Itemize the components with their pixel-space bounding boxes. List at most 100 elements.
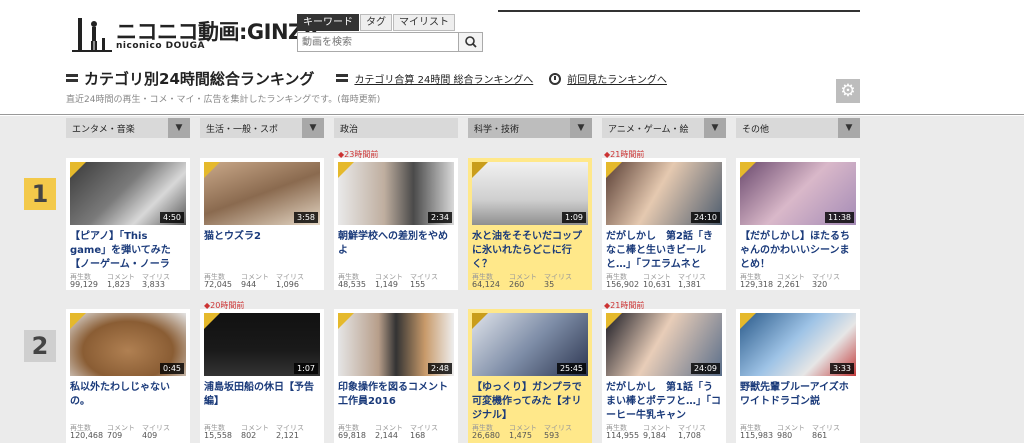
category-header-life[interactable]: 生活・一般・スポ ▼	[200, 118, 324, 138]
video-title[interactable]: 朝鮮学校への差別をやめよ	[338, 230, 454, 272]
category-label: エンタメ・音楽	[66, 118, 168, 138]
video-card[interactable]: 11:38 【だがしかし】ほたるちゃんのかわいいシーンまとめ！ 再生数 コメントマ…	[736, 158, 860, 290]
video-duration: 2:48	[428, 363, 452, 374]
list-icon	[66, 74, 78, 83]
clock-icon	[549, 72, 562, 85]
video-card[interactable]: 0:45 私以外たわしじゃないの。 再生数 コメント マイリス 120,468 709…	[66, 309, 190, 443]
stat-values: 72,045 944 1,096	[204, 280, 299, 289]
title-row: カテゴリ別24時間総合ランキング カテゴリ合算 24時間 総合ランキングへ 前回…	[66, 68, 667, 89]
ranking-corner-icon	[740, 162, 756, 178]
video-duration: 25:45	[556, 363, 586, 374]
ranking-corner-icon	[606, 313, 622, 329]
site-header: ニコニコ動画:GINZA niconico DOUGA キーワード タグ マイリ…	[0, 0, 1024, 115]
video-thumbnail[interactable]: 25:45	[472, 313, 588, 376]
video-title[interactable]: 私以外たわしじゃないの。	[70, 381, 186, 423]
category-header-anime[interactable]: アニメ・ゲーム・絵 ▼	[602, 118, 726, 138]
logo-figure-icon	[72, 18, 112, 52]
video-card[interactable]: 24:10 だがしかし 第2話「きなこ棒と生いきビールと…」「フエラムネと 再生…	[602, 158, 726, 290]
stat-values: 64,124 260 35	[472, 280, 555, 289]
stat-values: 26,680 1,475 593	[472, 431, 560, 440]
category-header-science[interactable]: 科学・技術 ▼	[468, 118, 592, 138]
search-tab-mylist[interactable]: マイリスト	[393, 14, 455, 31]
ranking-corner-icon	[204, 162, 220, 178]
category-label: その他	[736, 118, 838, 138]
search-tab-tag[interactable]: タグ	[360, 14, 392, 31]
video-duration: 3:58	[294, 212, 318, 223]
video-title[interactable]: 【ピアノ】「This game」を弾いてみた【ノーゲーム・ノーラ	[70, 230, 186, 272]
ranking-corner-icon	[70, 162, 86, 178]
video-title[interactable]: 印象操作を図るコメント工作員2016	[338, 381, 454, 423]
video-card[interactable]: 25:45 【ゆっくり】ガンプラで可変機作ってみた【オリジナル】 再生数 コメント…	[468, 309, 592, 443]
video-thumbnail[interactable]: 0:45	[70, 313, 186, 376]
video-thumbnail[interactable]: 3:58	[204, 162, 320, 225]
video-duration: 3:33	[830, 363, 854, 374]
settings-button[interactable]: ⚙	[836, 79, 860, 103]
video-title[interactable]: 水と油をそそいだコップに氷いれたらどこに行く？	[472, 230, 588, 272]
search-tab-keyword[interactable]: キーワード	[297, 14, 359, 31]
video-thumbnail[interactable]: 24:09	[606, 313, 722, 376]
category-header-other[interactable]: その他 ▼	[736, 118, 860, 138]
video-title[interactable]: 【だがしかし】ほたるちゃんのかわいいシーンまとめ！	[740, 230, 856, 272]
category-header-entertainment[interactable]: エンタメ・音楽 ▼	[66, 118, 190, 138]
video-thumbnail[interactable]: 11:38	[740, 162, 856, 225]
ranking-description: 直近24時間の再生・コメ・マイ・広告を集計したランキングです。(毎時更新)	[66, 95, 381, 105]
ranking-corner-icon	[338, 162, 354, 178]
search-button[interactable]	[458, 33, 482, 51]
video-thumbnail[interactable]: 2:34	[338, 162, 454, 225]
video-thumbnail[interactable]: 1:07	[204, 313, 320, 376]
video-thumbnail[interactable]: 4:50	[70, 162, 186, 225]
video-title[interactable]: だがしかし 第2話「きなこ棒と生いきビールと…」「フエラムネと	[606, 230, 722, 272]
category-header-politics[interactable]: 政治	[334, 118, 458, 138]
video-card[interactable]: 2:48 印象操作を図るコメント工作員2016 再生数 コメント マイリス 69,8…	[334, 309, 458, 443]
ranking-corner-icon	[472, 162, 488, 178]
site-logo[interactable]: ニコニコ動画:GINZA niconico DOUGA	[72, 14, 319, 54]
video-card[interactable]: 24:09 だがしかし 第1話「うまい棒とポテフと…」「コーヒー牛乳キャン 再生…	[602, 309, 726, 443]
ranking-corner-icon	[70, 313, 86, 329]
ranking-corner-icon	[606, 162, 622, 178]
ranking-corner-icon	[338, 313, 354, 329]
video-duration: 24:09	[690, 363, 720, 374]
stat-values: 48,535 1,149 155	[338, 280, 426, 289]
stat-values: 69,818 2,144 168	[338, 431, 426, 440]
video-thumbnail[interactable]: 3:33	[740, 313, 856, 376]
previous-ranking-link[interactable]: 前回見たランキングへ	[567, 71, 667, 86]
chevron-down-icon[interactable]: ▼	[570, 118, 592, 138]
logo-sub-text: niconico DOUGA	[116, 41, 205, 51]
search-box	[297, 32, 483, 52]
video-card[interactable]: 4:50 【ピアノ】「This game」を弾いてみた【ノーゲーム・ノーラ 再生…	[66, 158, 190, 290]
stat-values: 114,955 9,184 1,708	[606, 431, 701, 440]
video-title[interactable]: 【ゆっくり】ガンプラで可変機作ってみた【オリジナル】	[472, 381, 588, 423]
video-thumbnail[interactable]: 24:10	[606, 162, 722, 225]
video-card[interactable]: 1:07 浦島坂田船の休日【予告編】 再生数 コメント マイリス 15,558 802…	[200, 309, 324, 443]
video-card[interactable]: 3:58 猫とウズラ2 再生数 コメント マイリス 72,045 944 1,096	[200, 158, 324, 290]
chevron-down-icon[interactable]: ▼	[704, 118, 726, 138]
search-input[interactable]	[298, 33, 460, 51]
video-duration: 11:38	[824, 212, 854, 223]
video-duration: 4:50	[160, 212, 184, 223]
ranking-corner-icon	[740, 313, 756, 329]
stat-values: 99,129 1,823 3,833	[70, 280, 165, 289]
video-title[interactable]: だがしかし 第1話「うまい棒とポテフと…」「コーヒー牛乳キャン	[606, 381, 722, 423]
video-thumbnail[interactable]: 1:09	[472, 162, 588, 225]
chevron-down-icon[interactable]: ▼	[302, 118, 324, 138]
stat-values: 129,318 2,261 320	[740, 280, 828, 289]
video-duration: 24:10	[690, 212, 720, 223]
video-card[interactable]: 1:09 水と油をそそいだコップに氷いれたらどこに行く？ 再生数 コメント マイリス…	[468, 158, 592, 290]
video-title[interactable]: 猫とウズラ2	[204, 230, 320, 272]
chevron-down-icon[interactable]: ▼	[838, 118, 860, 138]
category-label: 生活・一般・スポ	[200, 118, 302, 138]
stat-values: 15,558 802 2,121	[204, 431, 299, 440]
chevron-down-icon[interactable]: ▼	[168, 118, 190, 138]
total-ranking-link[interactable]: カテゴリ合算 24時間 総合ランキングへ	[354, 71, 533, 86]
header-top-bar	[498, 10, 860, 12]
category-label: アニメ・ゲーム・絵	[602, 118, 704, 138]
category-label: 科学・技術	[468, 118, 570, 138]
list-icon	[336, 74, 349, 83]
video-title[interactable]: 浦島坂田船の休日【予告編】	[204, 381, 320, 423]
video-title[interactable]: 野獣先輩ブルーアイズホワイトドラゴン説	[740, 381, 856, 423]
video-thumbnail[interactable]: 2:48	[338, 313, 454, 376]
video-card[interactable]: 3:33 野獣先輩ブルーアイズホワイトドラゴン説 再生数 コメント マイリス 115…	[736, 309, 860, 443]
rank-badge-1: 1	[24, 178, 56, 210]
video-card[interactable]: 2:34 朝鮮学校への差別をやめよ 再生数 コメント マイリス 48,535 1,14…	[334, 158, 458, 290]
gear-icon: ⚙	[840, 81, 856, 101]
